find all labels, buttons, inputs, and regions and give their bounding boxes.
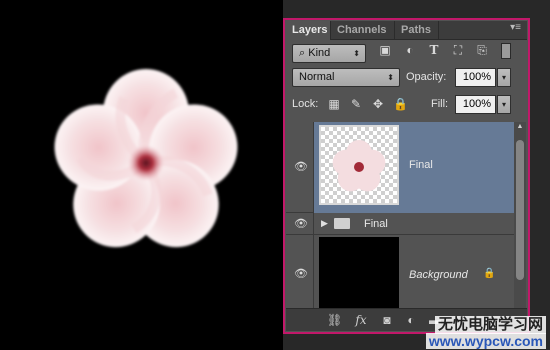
flower-artwork: [54, 69, 238, 248]
opacity-input[interactable]: 100%: [455, 68, 496, 87]
blend-mode-label: Normal: [299, 71, 335, 83]
flower-center: [128, 145, 164, 181]
lock-transparent-pixels-icon[interactable]: ▦: [327, 97, 341, 111]
layer-name: Background: [409, 269, 468, 281]
watermark-line1: 无忧电脑学习网: [434, 316, 546, 334]
lock-label: Lock:: [292, 98, 319, 110]
panel-menu-icon[interactable]: ▾≡: [510, 22, 521, 33]
layers-panel: Layers Channels Paths ▾≡ ⌕ Kind ⬍ ▣ ◐ T …: [283, 18, 530, 334]
eye-icon: 👁: [294, 217, 308, 230]
watermark-line2: www.wypcw.com: [425, 333, 546, 349]
folder-icon: [334, 218, 350, 229]
panel-tab-bar: Layers Channels Paths ▾≡: [286, 21, 527, 40]
visibility-toggle[interactable]: 👁: [286, 235, 314, 313]
layer-name: Final: [364, 218, 388, 230]
scrollbar-thumb[interactable]: [516, 140, 524, 280]
layers-scrollbar[interactable]: ▲ ▼: [514, 122, 526, 324]
mask-icon[interactable]: ◙: [380, 313, 394, 327]
layer-row-group-final[interactable]: 👁 ▶ Final: [286, 213, 514, 235]
layer-row-final[interactable]: 👁 Final: [286, 122, 514, 213]
scroll-up-arrow-icon[interactable]: ▲: [514, 122, 526, 132]
fill-input[interactable]: 100%: [455, 95, 496, 114]
fill-dropdown-arrow[interactable]: ▾: [497, 95, 511, 114]
blend-row: Normal ⬍ Opacity: 100% ▾: [286, 67, 527, 91]
layers-list: 👁 Final 👁 ▶ Final 👁 Background 🔒: [286, 122, 514, 324]
fill-label: Fill:: [431, 98, 449, 110]
layer-name: Final: [409, 159, 433, 171]
shape-filter-icon[interactable]: ⛶: [451, 43, 465, 57]
visibility-toggle[interactable]: 👁: [286, 122, 314, 212]
layer-thumbnail-final: [319, 125, 399, 205]
updown-arrow-icon: ⬍: [387, 73, 394, 82]
layer-row-background[interactable]: 👁 Background 🔒: [286, 235, 514, 313]
updown-arrow-icon: ⬍: [353, 49, 360, 58]
thumb-center: [354, 162, 364, 172]
adjustment-filter-icon[interactable]: ◐: [403, 43, 417, 57]
visibility-toggle[interactable]: 👁: [286, 213, 314, 234]
search-icon: ⌕: [299, 47, 306, 59]
filter-row: ⌕ Kind ⬍ ▣ ◐ T ⛶ ⎘: [286, 40, 527, 66]
expand-arrow-icon[interactable]: ▶: [321, 218, 328, 229]
watermark: 无忧电脑学习网 www.wypcw.com: [420, 316, 550, 350]
opacity-label: Opacity:: [406, 71, 447, 83]
type-filter-icon[interactable]: T: [427, 43, 441, 57]
filter-toggle-switch[interactable]: [501, 43, 511, 59]
eye-icon: 👁: [294, 161, 308, 173]
pixel-filter-icon[interactable]: ▣: [378, 43, 392, 57]
adjustment-icon[interactable]: ◐: [404, 313, 418, 327]
smart-object-filter-icon[interactable]: ⎘: [475, 43, 489, 57]
opacity-dropdown-arrow[interactable]: ▾: [497, 68, 511, 87]
filter-kind-label: Kind: [308, 47, 331, 59]
filter-kind-dropdown[interactable]: ⌕ Kind ⬍: [292, 44, 366, 63]
tab-layers[interactable]: Layers: [286, 21, 331, 40]
fx-label: fx: [355, 313, 367, 327]
layer-thumbnail-background: [319, 237, 399, 309]
link-icon[interactable]: ⛓: [327, 313, 342, 327]
lock-image-pixels-icon[interactable]: ✎: [349, 97, 363, 111]
lock-position-icon[interactable]: ✥: [371, 97, 385, 111]
thumbnail-flower: [332, 140, 386, 192]
blend-mode-dropdown[interactable]: Normal ⬍: [292, 68, 400, 87]
tab-channels[interactable]: Channels: [331, 21, 395, 39]
tab-paths[interactable]: Paths: [395, 21, 439, 39]
lock-icon: 🔒: [483, 268, 496, 279]
fx-icon[interactable]: fx: [352, 313, 370, 327]
lock-all-icon[interactable]: 🔒: [393, 97, 408, 111]
eye-icon: 👁: [294, 268, 308, 280]
lock-row: Lock: ▦ ✎ ✥ 🔒 Fill: 100% ▾: [286, 94, 527, 118]
